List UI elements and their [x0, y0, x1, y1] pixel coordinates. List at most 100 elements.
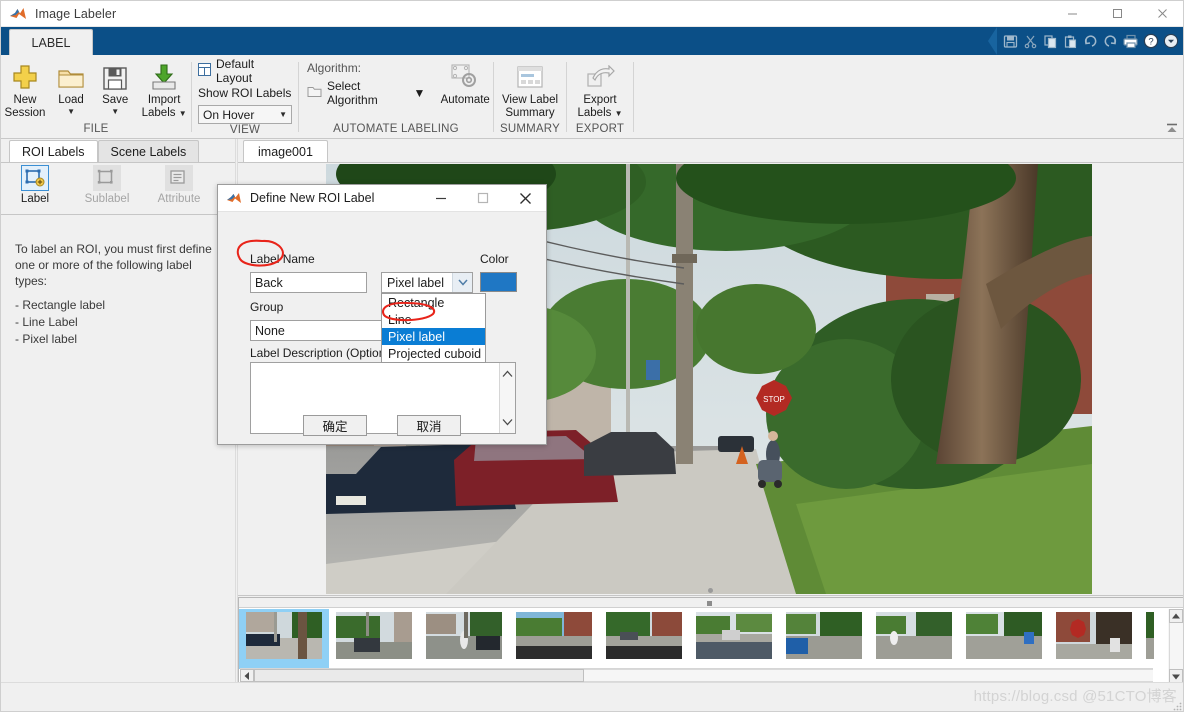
view-label-summary-button[interactable]: View Label Summary — [495, 59, 565, 120]
list-item[interactable] — [959, 609, 1049, 669]
label-type-dropdown[interactable]: Pixel label — [381, 272, 473, 293]
dropdown-option-projected-cuboid[interactable]: Projected cuboid — [382, 345, 485, 362]
ribbon-group-view-title: VIEW — [229, 124, 261, 136]
tab-scene-labels[interactable]: Scene Labels — [97, 140, 200, 162]
ok-button[interactable]: 确定 — [303, 415, 367, 436]
scroll-up-icon[interactable] — [502, 365, 513, 383]
define-sublabel-text: Sublabel — [84, 193, 130, 205]
save-icon[interactable] — [1002, 33, 1019, 50]
roi-instructions: To label an ROI, you must first define o… — [1, 215, 235, 348]
thumbnail-image — [336, 612, 412, 659]
dialog-close-icon[interactable] — [504, 185, 546, 212]
export-labels-button[interactable]: Export Labels ▼ — [568, 59, 632, 120]
tab-roi-labels[interactable]: ROI Labels — [9, 140, 98, 162]
dialog-action-buttons: 确定 取消 — [218, 415, 546, 436]
label-name-caption: Label Name — [250, 252, 315, 266]
label-name-input[interactable]: Back — [250, 272, 367, 293]
description-caption: Label Description (Optional) — [250, 346, 399, 360]
chevron-down-icon[interactable]: ▼ — [615, 109, 623, 118]
define-sublabel-button[interactable]: Sublabel — [76, 165, 138, 205]
cancel-button[interactable]: 取消 — [397, 415, 461, 436]
list-item[interactable] — [239, 609, 329, 669]
resize-grip-icon[interactable] — [1172, 698, 1182, 711]
paste-icon[interactable] — [1062, 33, 1079, 50]
ribbon-group-summary: View Label Summary SUMMARY — [494, 55, 566, 139]
list-item[interactable] — [419, 609, 509, 669]
cut-icon[interactable] — [1022, 33, 1039, 50]
dropdown-option-rectangle[interactable]: Rectangle — [382, 294, 485, 311]
window-controls — [1050, 1, 1183, 27]
scroll-left-button[interactable] — [240, 669, 254, 682]
more-options-icon[interactable] — [1162, 33, 1179, 50]
define-attribute-button[interactable]: Attribute — [148, 165, 210, 205]
define-label-button[interactable]: Label — [4, 165, 66, 205]
export-labels-label-1: Export — [583, 94, 617, 106]
new-session-button[interactable]: New Session — [1, 59, 49, 120]
undo-icon[interactable] — [1082, 33, 1099, 50]
dropdown-option-line[interactable]: Line — [382, 311, 485, 328]
list-item[interactable] — [689, 609, 779, 669]
chevron-down-icon[interactable]: ▼ — [179, 109, 187, 118]
print-icon[interactable] — [1122, 33, 1139, 50]
view-label-summary-label-2: Summary — [505, 107, 555, 119]
tab-label[interactable]: LABEL — [9, 29, 93, 55]
color-swatch-button[interactable] — [480, 272, 517, 292]
load-button[interactable]: Load ▼ — [49, 59, 93, 117]
left-panel-tabs: ROI Labels Scene Labels — [1, 139, 235, 162]
label-type-dropdown-list[interactable]: Rectangle Line Pixel label Projected cub… — [381, 293, 486, 363]
default-layout-button[interactable]: Default Layout — [198, 57, 292, 85]
chevron-down-icon[interactable]: ▼ — [414, 86, 426, 100]
scroll-track[interactable] — [1168, 623, 1183, 669]
import-labels-button[interactable]: Import Labels ▼ — [137, 59, 191, 120]
save-button[interactable]: Save ▼ — [93, 59, 137, 117]
close-icon[interactable] — [1140, 1, 1183, 27]
attribute-icon — [165, 165, 193, 191]
dialog-minimize-icon[interactable] — [420, 185, 462, 212]
list-item[interactable] — [599, 609, 689, 669]
quick-access-toolbar: ? — [988, 27, 1179, 55]
list-item[interactable] — [1049, 609, 1139, 669]
show-roi-labels-label-row: Show ROI Labels — [198, 83, 292, 103]
filmstrip-resize-handle[interactable] — [707, 601, 712, 606]
chevron-down-icon[interactable]: ▼ — [67, 107, 75, 117]
list-item[interactable] — [779, 609, 869, 669]
scroll-thumb[interactable] — [254, 669, 584, 682]
collapse-ribbon-button[interactable] — [1163, 120, 1181, 136]
title-bar: Image Labeler — [1, 1, 1183, 27]
canvas-resize-dot[interactable] — [708, 588, 713, 593]
list-item[interactable] — [869, 609, 959, 669]
help-icon[interactable]: ? — [1142, 33, 1159, 50]
qat-separator — [988, 27, 997, 55]
define-label-text: Label — [20, 193, 50, 205]
chevron-down-icon[interactable]: ▼ — [111, 107, 119, 117]
redo-icon[interactable] — [1102, 33, 1119, 50]
list-item[interactable] — [329, 609, 419, 669]
scroll-track[interactable] — [584, 669, 1153, 682]
algorithm-caption: Algorithm: — [307, 61, 362, 75]
export-arrow-icon — [585, 61, 615, 91]
maximize-icon[interactable] — [1095, 1, 1140, 27]
roi-label-icon — [21, 165, 49, 191]
dialog-window-controls — [420, 185, 546, 212]
export-labels-label-2: Labels — [577, 107, 612, 119]
dropdown-option-pixel-label[interactable]: Pixel label — [382, 328, 485, 345]
tab-image001[interactable]: image001 — [243, 140, 328, 162]
minimize-icon[interactable] — [1050, 1, 1095, 27]
chevron-down-icon[interactable] — [452, 273, 472, 292]
list-item[interactable] — [1139, 609, 1154, 669]
copy-icon[interactable] — [1042, 33, 1059, 50]
new-session-label-2: Session — [4, 107, 46, 119]
show-roi-labels-select[interactable]: On Hover ▼ — [198, 105, 292, 124]
scroll-up-button[interactable] — [1168, 609, 1183, 623]
scroll-down-button[interactable] — [1168, 669, 1183, 683]
filmstrip-vertical-scrollbar[interactable] — [1168, 609, 1183, 683]
automate-button[interactable]: Automate — [437, 59, 493, 107]
filmstrip-items — [239, 609, 1154, 669]
dialog-maximize-icon[interactable] — [462, 185, 504, 212]
automate-gear-icon — [450, 61, 480, 91]
list-item[interactable] — [509, 609, 599, 669]
roi-instructions-text: To label an ROI, you must first define o… — [15, 242, 212, 288]
image-labeler-window: Image Labeler LABEL ? New Session Load ▼… — [0, 0, 1184, 712]
select-algorithm-button[interactable]: Select Algorithm ▼ — [307, 79, 425, 107]
filmstrip-horizontal-scrollbar[interactable] — [240, 668, 1153, 682]
